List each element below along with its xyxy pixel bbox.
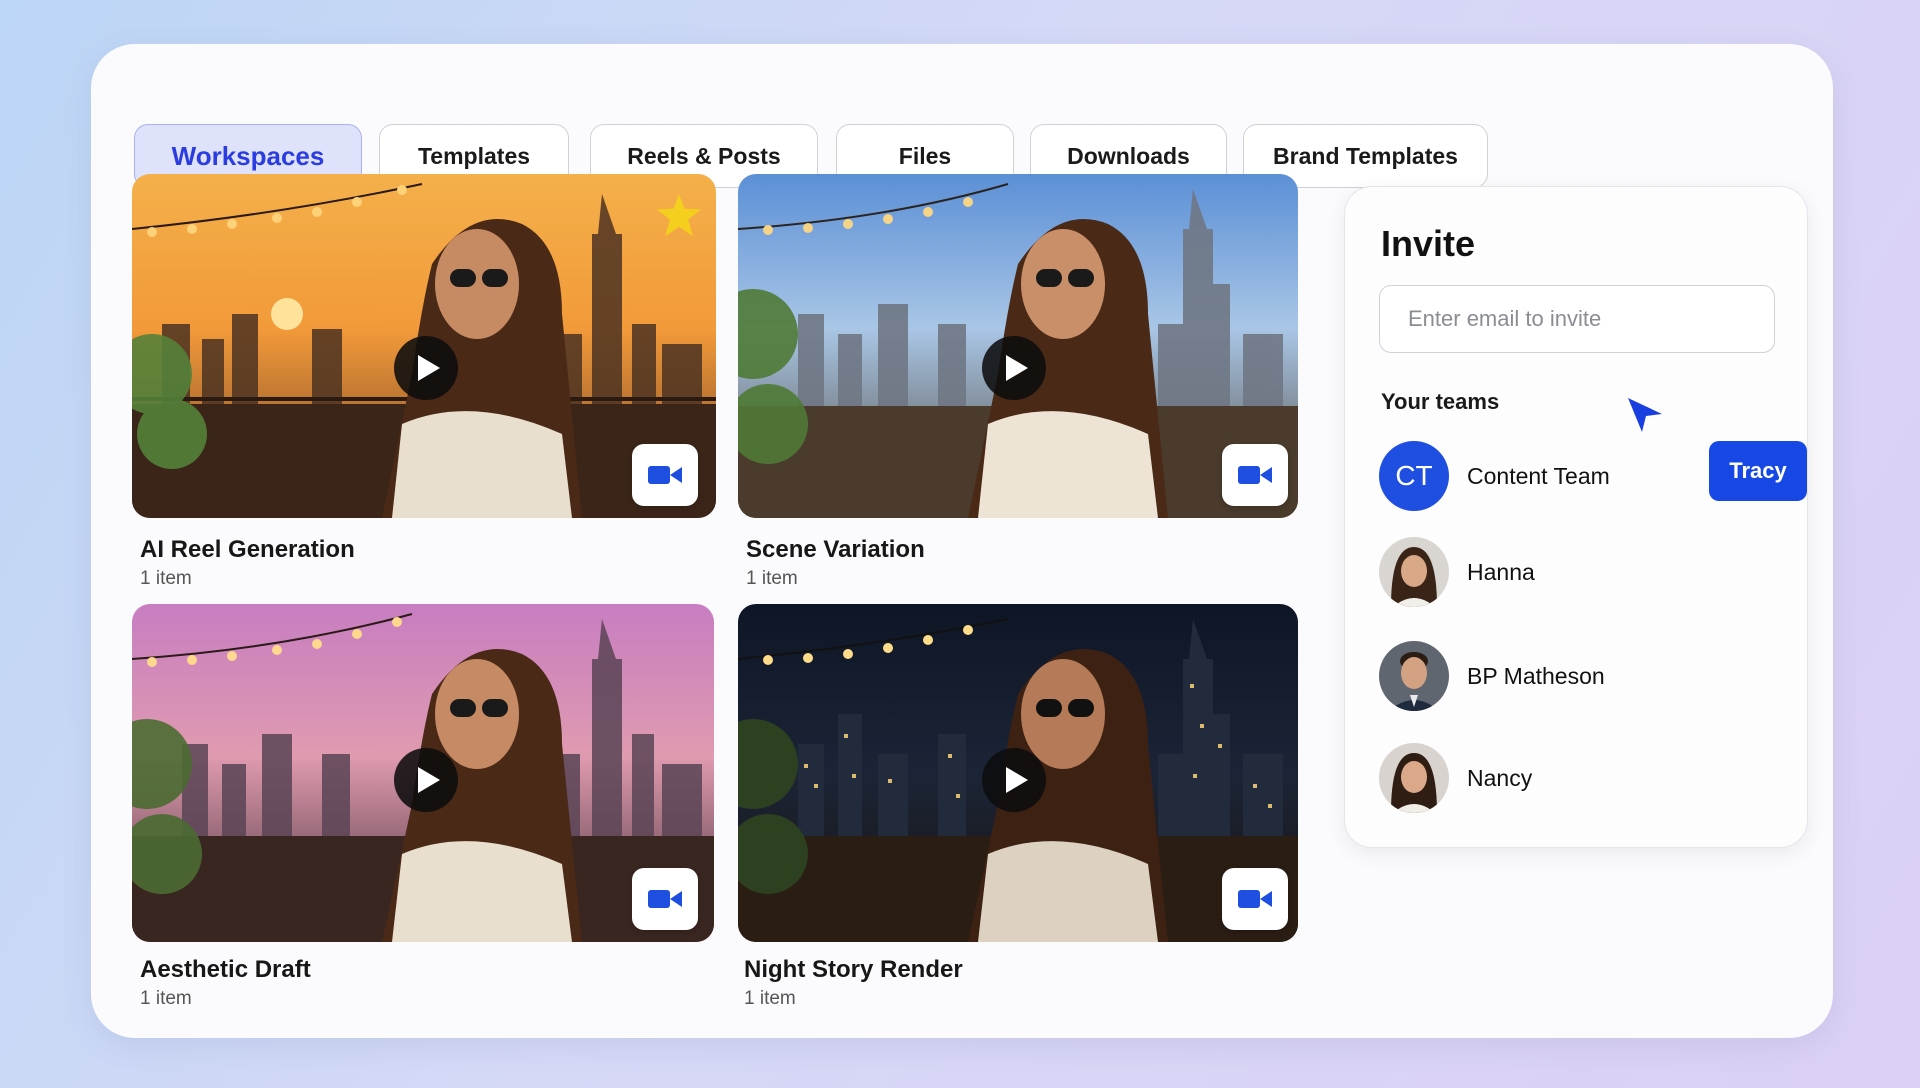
workspace-thumbnail[interactable] xyxy=(132,174,716,518)
workspace-item-count: 1 item xyxy=(140,988,192,1009)
invite-title: Invite xyxy=(1381,223,1476,264)
workspace-title[interactable]: Night Story Render xyxy=(744,956,963,984)
invite-panel: Invite Your teams CT Content Team Tracy … xyxy=(1344,186,1808,848)
play-icon[interactable] xyxy=(394,336,458,400)
workspace-title[interactable]: Aesthetic Draft xyxy=(140,956,311,984)
workspace-item-count: 1 item xyxy=(744,988,796,1009)
avatar xyxy=(1379,641,1449,711)
member-item-bp-matheson[interactable]: BP Matheson xyxy=(1379,641,1779,711)
member-name: Nancy xyxy=(1467,765,1533,791)
video-camera-icon xyxy=(632,444,698,506)
workspace-title[interactable]: Scene Variation xyxy=(746,536,925,564)
video-camera-icon xyxy=(632,868,698,930)
tracy-button[interactable]: Tracy xyxy=(1709,441,1807,501)
member-item-nancy[interactable]: Nancy xyxy=(1379,743,1779,813)
star-icon[interactable] xyxy=(657,194,701,241)
workspace-item-count: 1 item xyxy=(140,568,192,589)
workspace-thumbnail[interactable] xyxy=(738,604,1298,942)
member-name: Hanna xyxy=(1467,559,1535,585)
member-item-hanna[interactable]: Hanna xyxy=(1379,537,1779,607)
video-camera-icon xyxy=(1222,444,1288,506)
video-camera-icon xyxy=(1222,868,1288,930)
workspace-title[interactable]: AI Reel Generation xyxy=(140,536,355,564)
your-teams-label: Your teams xyxy=(1381,389,1500,414)
member-name: BP Matheson xyxy=(1467,663,1605,689)
invite-email-input[interactable] xyxy=(1379,285,1775,353)
cursor-arrow-icon xyxy=(1626,396,1664,439)
workspace-item-count: 1 item xyxy=(746,568,798,589)
team-avatar: CT xyxy=(1379,441,1449,511)
workspace-thumbnail[interactable] xyxy=(132,604,714,942)
play-icon[interactable] xyxy=(982,748,1046,812)
avatar xyxy=(1379,743,1449,813)
avatar xyxy=(1379,537,1449,607)
play-icon[interactable] xyxy=(394,748,458,812)
play-icon[interactable] xyxy=(982,336,1046,400)
workspace-thumbnail[interactable] xyxy=(738,174,1298,518)
member-name: Content Team xyxy=(1467,463,1610,489)
team-item-content-team[interactable]: CT Content Team Tracy xyxy=(1379,441,1807,511)
